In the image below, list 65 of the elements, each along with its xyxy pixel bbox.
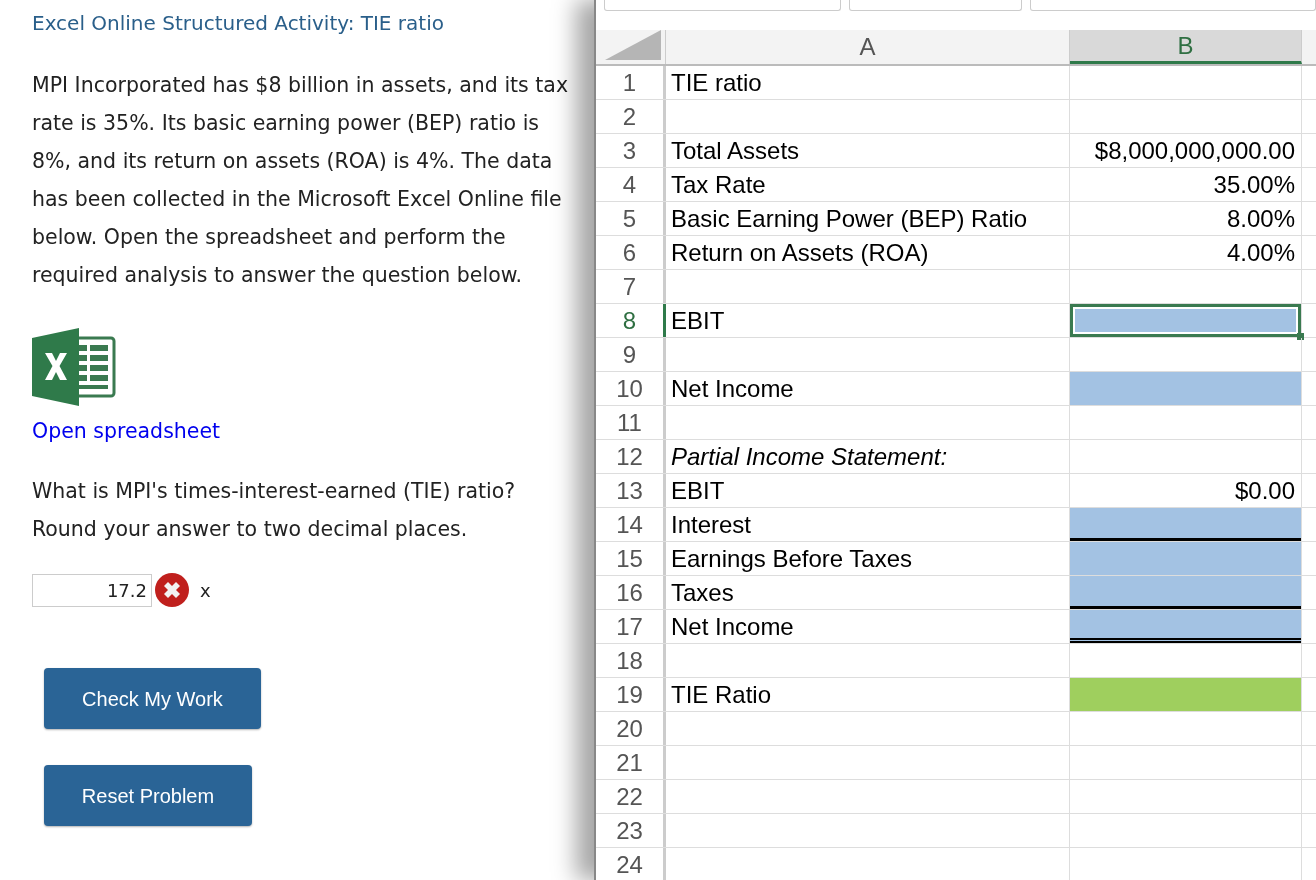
input-cell[interactable] <box>1070 304 1301 337</box>
row-number[interactable]: 2 <box>596 100 666 133</box>
cell-text: 4.00% <box>1226 237 1295 268</box>
result-mark: x <box>200 578 211 603</box>
cell-text: $0.00 <box>1234 475 1295 506</box>
result-cell[interactable] <box>1070 678 1301 711</box>
row-number[interactable]: 6 <box>596 236 666 269</box>
cell-text: TIE ratio <box>671 67 762 98</box>
row-number[interactable]: 10 <box>596 372 666 405</box>
row-number[interactable]: 1 <box>596 66 666 99</box>
cell-text: Total Assets <box>671 135 800 166</box>
row-number[interactable]: 3 <box>596 134 666 167</box>
row-number[interactable]: 9 <box>596 338 666 371</box>
row-number[interactable]: 13 <box>596 474 666 507</box>
row-number[interactable]: 24 <box>596 848 666 880</box>
open-spreadsheet-link[interactable]: Open spreadsheet <box>32 418 221 444</box>
cell-text: EBIT <box>671 475 725 506</box>
reset-problem-button[interactable]: Reset Problem <box>44 765 252 826</box>
row-number[interactable]: 22 <box>596 780 666 813</box>
row-number[interactable]: 5 <box>596 202 666 235</box>
row-number[interactable]: 19 <box>596 678 666 711</box>
check-my-work-button[interactable]: Check My Work <box>44 668 261 729</box>
input-cell[interactable] <box>1070 576 1301 609</box>
row-number[interactable]: 8 <box>596 304 666 337</box>
cell-text: 8.00% <box>1226 203 1295 234</box>
column-header[interactable]: B <box>1070 30 1302 64</box>
cell-text: Net Income <box>671 373 794 404</box>
input-cell[interactable] <box>1070 372 1301 405</box>
answer-field[interactable]: 17.2 <box>32 573 152 607</box>
toolbar-field[interactable] <box>848 0 1023 11</box>
row-number[interactable]: 12 <box>596 440 666 473</box>
cell-text: Partial Income Statement: <box>671 441 948 472</box>
row-number[interactable]: 11 <box>596 406 666 439</box>
cell-text: Taxes <box>671 577 734 608</box>
cell-text: $8,000,000,000.00 <box>1094 135 1295 166</box>
row-number[interactable]: 21 <box>596 746 666 779</box>
row-number[interactable]: 14 <box>596 508 666 541</box>
input-cell[interactable] <box>1070 610 1301 643</box>
input-cell[interactable] <box>1070 542 1301 575</box>
fill-handle[interactable] <box>1297 333 1304 340</box>
activity-title: Excel Online Structured Activity: TIE ratio <box>32 10 445 36</box>
cell-text: Interest <box>671 509 752 540</box>
row-number[interactable]: 17 <box>596 610 666 643</box>
cell-text: EBIT <box>671 305 725 336</box>
cell-text: Return on Assets (ROA) <box>671 237 929 268</box>
cell-text: TIE Ratio <box>671 679 772 710</box>
row-number[interactable]: 18 <box>596 644 666 677</box>
cell-text: Basic Earning Power (BEP) Ratio <box>671 203 1028 234</box>
row-number[interactable]: 4 <box>596 168 666 201</box>
cell-text: Net Income <box>671 611 794 642</box>
row-number[interactable]: 20 <box>596 712 666 745</box>
cell-text: Tax Rate <box>671 169 766 200</box>
toolbar-field[interactable] <box>604 0 841 11</box>
row-number[interactable]: 15 <box>596 542 666 575</box>
input-cell[interactable] <box>1070 508 1301 541</box>
cell-text: 35.00% <box>1213 169 1295 200</box>
question-text: What is MPI's times-interest-earned (TIE) ratio? Round your answer to two decimal places. <box>32 478 517 543</box>
row-number[interactable]: 7 <box>596 270 666 303</box>
cell-text: Earnings Before Taxes <box>671 543 913 574</box>
select-all-corner[interactable] <box>605 30 661 60</box>
problem-text: MPI Incorporated has $8 billion in assets, and its tax rate is 35%. Its basic earning power (BEP) ratio is 8%, and its return on assets (ROA) is 4%. The data has been collected in the Microsoft Excel Online file below. Open the spreadsheet and perform the required analysis to answer the question below. <box>32 72 570 289</box>
toolbar-field[interactable] <box>1030 0 1316 11</box>
row-number[interactable]: 16 <box>596 576 666 609</box>
spreadsheet-icon[interactable] <box>32 328 116 406</box>
row-number[interactable]: 23 <box>596 814 666 847</box>
